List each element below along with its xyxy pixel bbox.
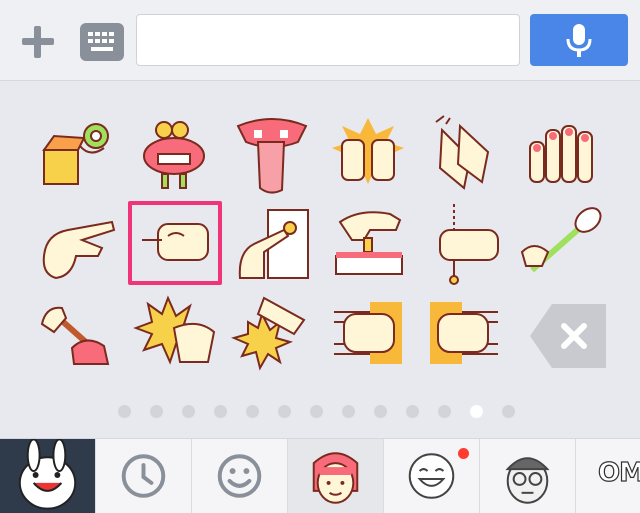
punch-right-sticker[interactable] — [416, 288, 512, 376]
microphone-icon — [566, 24, 592, 57]
keyboard-icon[interactable] — [80, 23, 124, 61]
page-dot[interactable] — [342, 405, 355, 418]
painted-nails-sticker[interactable] — [512, 112, 608, 200]
delete-button[interactable] — [530, 304, 606, 368]
tab-recent[interactable] — [96, 439, 192, 513]
tongue-mouth-sticker[interactable] — [224, 112, 320, 200]
page-dot[interactable] — [214, 405, 227, 418]
slap-face-sticker[interactable] — [128, 288, 224, 376]
sticker-pack-tabbar — [0, 438, 640, 513]
toilet-brush-sticker[interactable] — [512, 200, 608, 288]
fist-pull-chain-sticker[interactable] — [416, 200, 512, 288]
smile-icon — [217, 454, 262, 498]
plunger-sticker[interactable] — [32, 288, 128, 376]
new-badge — [458, 448, 469, 459]
omg-pack-label: OMG — [597, 457, 640, 488]
jack-in-the-box-sticker[interactable] — [32, 112, 128, 200]
page-dot[interactable] — [374, 405, 387, 418]
page-dot[interactable] — [406, 405, 419, 418]
tab-brown-cony-pack[interactable] — [0, 439, 96, 513]
wind-up-monster-sticker[interactable] — [128, 112, 224, 200]
page-dot[interactable] — [118, 405, 131, 418]
page-dot[interactable] — [182, 405, 195, 418]
tab-girl-pack[interactable] — [288, 439, 384, 513]
plus-icon[interactable] — [18, 22, 58, 62]
backspace-icon — [530, 304, 606, 368]
page-dot[interactable] — [278, 405, 291, 418]
finger-press-button-sticker[interactable] — [224, 200, 320, 288]
message-input[interactable] — [136, 14, 520, 66]
page-dot[interactable] — [246, 405, 259, 418]
selected-sticker-highlight — [128, 201, 222, 285]
hands-praising-sticker[interactable] — [320, 112, 416, 200]
hand-pull-lever-sticker[interactable] — [320, 200, 416, 288]
page-dot-active[interactable] — [470, 405, 483, 418]
tab-emoji[interactable] — [192, 439, 288, 513]
page-dot[interactable] — [150, 405, 163, 418]
page-indicator — [0, 402, 640, 422]
page-dot[interactable] — [310, 405, 323, 418]
microphone-button[interactable] — [530, 14, 628, 66]
pointing-hand-sticker[interactable] — [32, 200, 128, 288]
slap-hand-sticker[interactable] — [224, 288, 320, 376]
clock-icon — [121, 454, 166, 498]
tab-glasses-boy-pack[interactable] — [480, 439, 576, 513]
page-dot[interactable] — [438, 405, 451, 418]
punch-left-sticker[interactable] — [320, 288, 416, 376]
page-dot[interactable] — [502, 405, 515, 418]
clapping-hands-sticker[interactable] — [416, 112, 512, 200]
input-toolbar — [0, 0, 640, 81]
